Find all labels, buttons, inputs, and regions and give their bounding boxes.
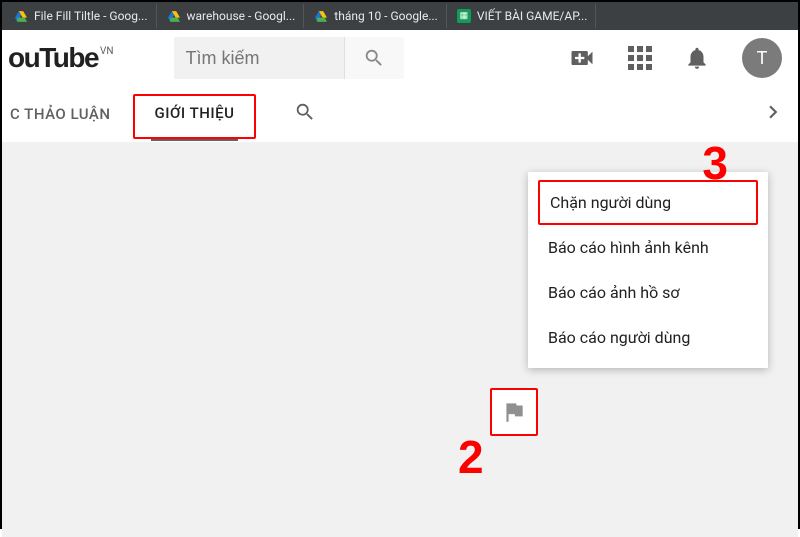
browser-tab-bar: File Fill Tiltle - Goog... warehouse - G… — [2, 2, 798, 30]
menu-report-user[interactable]: Báo cáo người dùng — [528, 315, 768, 360]
search-input[interactable] — [174, 37, 344, 79]
apps-button[interactable] — [628, 46, 652, 70]
apps-grid-icon — [628, 46, 652, 70]
scroll-right-button[interactable] — [760, 99, 786, 129]
chevron-right-icon — [760, 99, 786, 125]
drive-icon — [167, 10, 181, 23]
browser-tab-label: VIẾT BÀI GAME/AP... — [477, 9, 588, 23]
flag-button[interactable] — [490, 388, 538, 436]
search-icon — [363, 47, 385, 69]
tab-about[interactable]: GIỚI THIỆU — [151, 88, 239, 141]
report-dropdown-menu: 3 Chặn người dùng Báo cáo hình ảnh kênh … — [528, 172, 768, 368]
search-container — [174, 37, 404, 79]
content-area: 3 Chặn người dùng Báo cáo hình ảnh kênh … — [2, 142, 798, 537]
menu-report-profile-pic[interactable]: Báo cáo ảnh hồ sơ — [528, 270, 768, 315]
avatar-letter: T — [757, 48, 768, 69]
logo-text: ouTube — [8, 42, 98, 74]
flag-icon — [501, 399, 527, 425]
browser-tab[interactable]: ▦ VIẾT BÀI GAME/AP... — [449, 4, 597, 28]
browser-tab-label: tháng 10 - Google... — [334, 9, 438, 23]
browser-tab-label: File Fill Tiltle - Goog... — [34, 9, 148, 23]
tab-discussion[interactable]: C THẢO LUẬN — [6, 89, 115, 139]
youtube-logo[interactable]: ouTube VN — [8, 42, 114, 74]
search-icon — [294, 101, 316, 123]
logo-region: VN — [100, 46, 114, 57]
bell-icon — [684, 45, 710, 71]
drive-icon — [314, 10, 328, 23]
user-avatar[interactable]: T — [742, 38, 782, 78]
browser-tab[interactable]: tháng 10 - Google... — [306, 4, 447, 28]
drive-icon — [14, 10, 28, 23]
browser-tab[interactable]: warehouse - Googl... — [159, 4, 305, 28]
menu-block-user[interactable]: Chặn người dùng — [538, 180, 758, 225]
browser-tab-label: warehouse - Googl... — [187, 9, 296, 23]
notifications-button[interactable] — [684, 45, 710, 71]
channel-tabs: C THẢO LUẬN GIỚI THIỆU 1 — [2, 86, 798, 142]
header-actions: T — [568, 38, 782, 78]
youtube-header: ouTube VN T — [2, 30, 798, 86]
menu-report-channel-art[interactable]: Báo cáo hình ảnh kênh — [528, 225, 768, 270]
browser-tab[interactable]: File Fill Tiltle - Goog... — [6, 4, 157, 28]
search-button[interactable] — [344, 37, 404, 79]
annotation-number-2: 2 — [458, 430, 484, 484]
channel-search-button[interactable] — [294, 101, 316, 127]
sheets-icon: ▦ — [457, 9, 471, 23]
create-video-button[interactable] — [568, 44, 596, 72]
video-plus-icon — [568, 44, 596, 72]
